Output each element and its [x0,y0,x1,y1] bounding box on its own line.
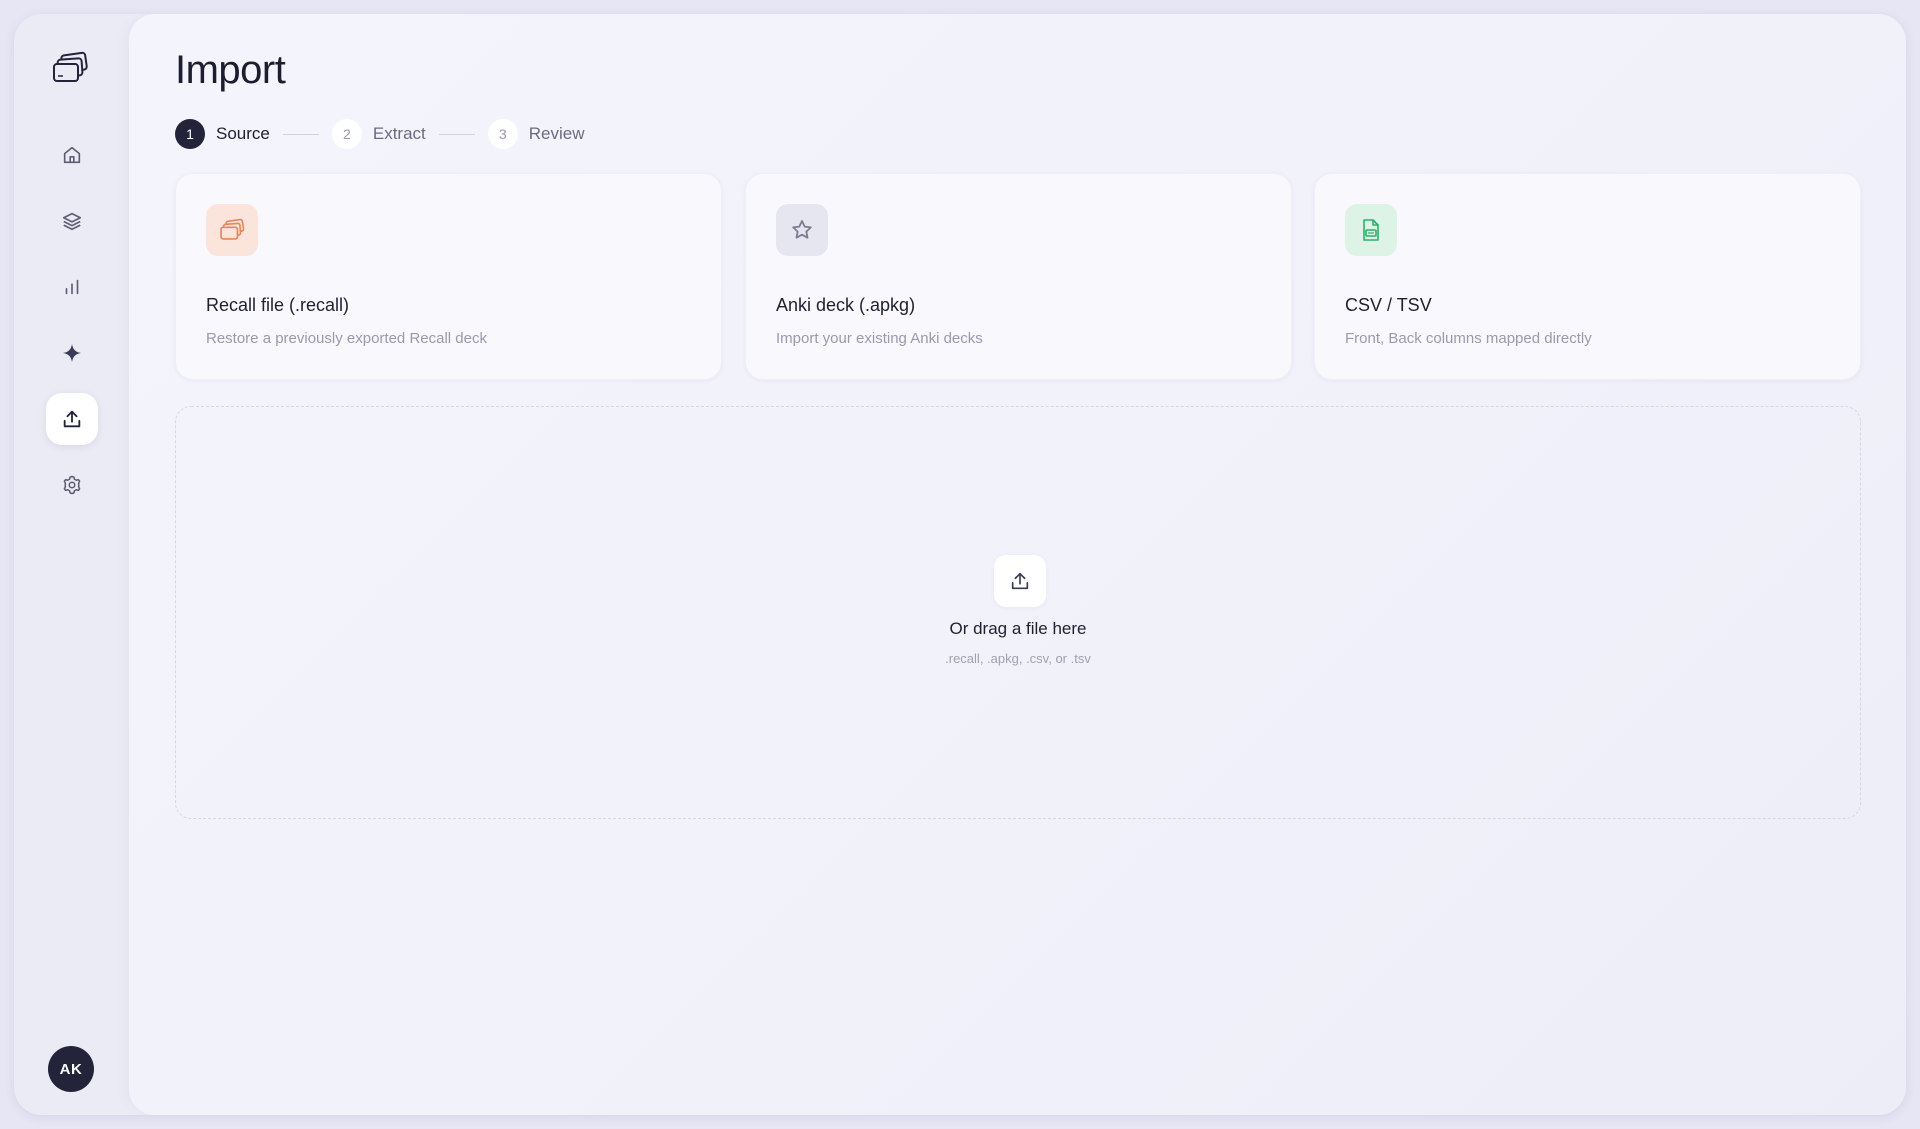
bar-chart-icon [65,279,79,295]
step-extract[interactable]: 2 Extract [331,119,426,149]
sidebar-item-settings[interactable] [46,459,98,511]
upload-icon [1011,572,1029,590]
source-card-recall[interactable]: Recall file (.recall) Restore a previous… [175,173,722,380]
source-card-anki[interactable]: Anki deck (.apkg) Import your existing A… [745,173,1292,380]
sidebar: AK [14,14,129,1115]
step-number: 2 [331,119,362,149]
card-icon-wrap [206,204,258,256]
app-window: AK Import 1 Source 2 Extract 3 Review Re… [14,14,1906,1115]
card-icon-wrap [776,204,828,256]
card-title: CSV / TSV [1345,295,1432,315]
card-icon-wrap [1345,204,1397,256]
card-title: Recall file (.recall) [206,295,350,315]
card-description: Restore a previously exported Recall dec… [206,330,487,347]
card-title: Anki deck (.apkg) [776,295,916,315]
file-dropzone[interactable]: Or drag a file here .recall, .apkg, .csv… [175,406,1861,819]
csv-file-icon [1363,219,1379,241]
star-icon [792,220,812,239]
page-title: Import [175,48,286,92]
step-review[interactable]: 3 Review [487,119,585,149]
home-icon [63,146,81,164]
sparkle-icon [62,343,82,363]
card-description: Import your existing Anki decks [776,330,983,347]
card-description: Front, Back columns mapped directly [1345,330,1592,347]
dropzone-title: Or drag a file here [949,619,1087,638]
main-content: Import 1 Source 2 Extract 3 Review Recal… [129,14,1906,1115]
step-source[interactable]: 1 Source [175,119,270,149]
source-options: Recall file (.recall) Restore a previous… [175,173,1862,380]
avatar[interactable]: AK [48,1046,94,1092]
app-logo[interactable] [48,46,92,90]
dropzone-icon-wrap [994,555,1046,607]
step-connector [282,133,319,135]
avatar-initials: AK [59,1060,83,1078]
dropzone-hint: .recall, .apkg, .csv, or .tsv [945,651,1091,666]
sidebar-item-ai[interactable] [46,327,98,379]
source-card-csv[interactable]: CSV / TSV Front, Back columns mapped dir… [1314,173,1861,380]
layers-icon [62,212,82,231]
logo-cards-icon [53,51,88,82]
step-label: Extract [372,124,426,143]
sidebar-item-decks[interactable] [46,195,98,247]
cards-icon [220,218,245,240]
gear-icon [63,475,81,495]
sidebar-item-import[interactable] [46,393,98,445]
step-label: Review [528,124,585,143]
step-number: 1 [175,119,205,149]
step-label: Source [216,124,270,143]
sidebar-item-stats[interactable] [46,261,98,313]
upload-icon [63,410,81,428]
step-number: 3 [487,119,518,149]
step-connector [438,133,475,135]
sidebar-item-home[interactable] [46,129,98,181]
stepper: 1 Source 2 Extract 3 Review [175,118,585,150]
